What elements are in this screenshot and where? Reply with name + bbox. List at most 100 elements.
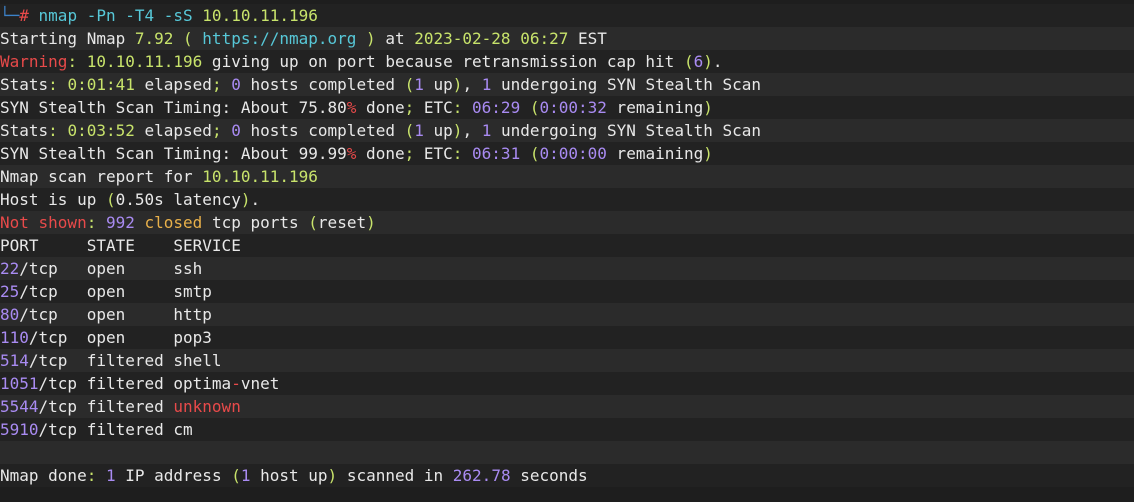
- output-text: undergoing SYN Stealth Scan: [491, 121, 762, 140]
- output-line: Nmap done: 1 IP address (1 host up) scan…: [0, 464, 1134, 487]
- output-text: /tcp filtered shell: [28, 351, 222, 370]
- output-text: 1: [414, 121, 424, 140]
- output-text: nmap -Pn -T4 -sS: [28, 6, 203, 25]
- output-text: 110: [0, 328, 29, 347]
- output-text: .: [250, 190, 261, 209]
- output-line: 25/tcp open smtp: [0, 280, 1134, 303]
- output-text: https://nmap.org: [202, 29, 357, 48]
- output-text: tcp ports: [202, 213, 309, 232]
- output-text: ETC: [423, 98, 453, 117]
- output-text: remaining: [606, 144, 704, 163]
- output-text: 992: [105, 213, 135, 232]
- output-text: 0:00:00: [539, 144, 607, 163]
- output-text: 0:01:41: [67, 75, 135, 94]
- output-line: 22/tcp open ssh: [0, 257, 1134, 280]
- output-text: /tcp open http: [19, 305, 212, 324]
- output-text: 1: [481, 75, 492, 94]
- output-text: 25: [0, 282, 20, 301]
- output-text: :: [86, 466, 106, 485]
- output-text: 10.10.11.196: [202, 167, 318, 186]
- output-text: (: [683, 52, 694, 71]
- output-text: /tcp open smtp: [19, 282, 212, 301]
- output-text: Nmap scan report for: [0, 167, 203, 186]
- output-text: 1: [105, 466, 116, 485]
- output-text: hosts completed: [240, 75, 405, 94]
- output-text: elapsed: [134, 75, 212, 94]
- output-text: ,: [462, 121, 482, 140]
- output-line: Stats: 0:03:52 elapsed; 0 hosts complete…: [0, 119, 1134, 142]
- output-text: scanned in: [337, 466, 453, 485]
- output-text: (: [105, 190, 116, 209]
- output-text: 0:00:32: [539, 98, 607, 117]
- output-text: ): [703, 98, 713, 117]
- output-text: 1051: [0, 374, 39, 393]
- output-text: :: [86, 213, 106, 232]
- output-line: Nmap scan report for 10.10.11.196: [0, 165, 1134, 188]
- output-line: Not shown: 992 closed tcp ports (reset): [0, 211, 1134, 234]
- output-text: PORT STATE SERVICE: [0, 236, 241, 255]
- output-line: 1051/tcp filtered optima-vnet: [0, 372, 1134, 395]
- output-text: :: [67, 52, 87, 71]
- output-text: ): [327, 466, 338, 485]
- output-text: ): [703, 144, 713, 163]
- output-text: Nmap done: [0, 466, 87, 485]
- output-text: :: [48, 121, 68, 140]
- output-text: :: [452, 144, 473, 163]
- output-text: (: [404, 121, 415, 140]
- output-text: ;: [404, 98, 424, 117]
- output-text: Warning: [0, 52, 68, 71]
- output-line: PORT STATE SERVICE: [0, 234, 1134, 257]
- output-text: IP address: [115, 466, 232, 485]
- output-text: 0: [231, 121, 241, 140]
- output-text: 10.10.11.196: [86, 52, 203, 71]
- output-text: 22: [0, 259, 20, 278]
- output-text: unknown: [173, 397, 241, 416]
- output-text: SYN Stealth Scan Timing: About 99.99: [0, 144, 347, 163]
- output-text: /tcp open pop3: [28, 328, 212, 347]
- output-line: Warning: 10.10.11.196 giving up on port …: [0, 50, 1134, 73]
- output-line: Starting Nmap 7.92 ( https://nmap.org ) …: [0, 27, 1134, 50]
- output-line: SYN Stealth Scan Timing: About 99.99% do…: [0, 142, 1134, 165]
- output-text: at: [385, 29, 415, 48]
- output-text: 1: [414, 75, 424, 94]
- output-text: └─: [0, 6, 20, 25]
- output-text: (: [308, 213, 318, 232]
- output-text: /tcp open ssh: [19, 259, 203, 278]
- output-line: 110/tcp open pop3: [0, 326, 1134, 349]
- output-text: /tcp filtered optima: [38, 374, 232, 393]
- output-text: Stats: [0, 121, 49, 140]
- output-text: ): [703, 52, 713, 71]
- output-text: (: [173, 29, 203, 48]
- output-text: ): [366, 213, 376, 232]
- output-text: (: [404, 75, 415, 94]
- output-text: 5544: [0, 397, 39, 416]
- output-text: 2023-02-28 06:27: [414, 29, 569, 48]
- output-text: EST: [568, 29, 607, 48]
- output-text: 0.50s latency: [115, 190, 241, 209]
- output-line: Host is up (0.50s latency).: [0, 188, 1134, 211]
- output-text: done: [356, 98, 405, 117]
- output-text: host up: [250, 466, 328, 485]
- terminal-output[interactable]: └─# nmap -Pn -T4 -sS 10.10.11.196 Startin…: [0, 0, 1134, 502]
- output-text: %: [346, 144, 357, 163]
- output-text: 6: [693, 52, 704, 71]
- output-text: 1: [481, 121, 492, 140]
- output-text: Not shown: [0, 213, 87, 232]
- output-text: Host is up: [0, 190, 106, 209]
- output-text: /tcp filtered cm: [38, 420, 193, 439]
- output-text: %: [346, 98, 357, 117]
- output-line: 80/tcp open http: [0, 303, 1134, 326]
- output-text: #: [19, 6, 29, 25]
- output-text: vnet: [240, 374, 280, 393]
- output-text: ETC: [423, 144, 453, 163]
- output-text: 5910: [0, 420, 39, 439]
- output-text: Starting Nmap: [0, 29, 135, 48]
- output-text: :: [48, 75, 68, 94]
- output-text: remaining: [606, 98, 704, 117]
- output-text: ,: [462, 75, 482, 94]
- output-text: ): [452, 75, 463, 94]
- output-text: seconds: [510, 466, 588, 485]
- output-text: Stats: [0, 75, 49, 94]
- output-text: reset: [317, 213, 367, 232]
